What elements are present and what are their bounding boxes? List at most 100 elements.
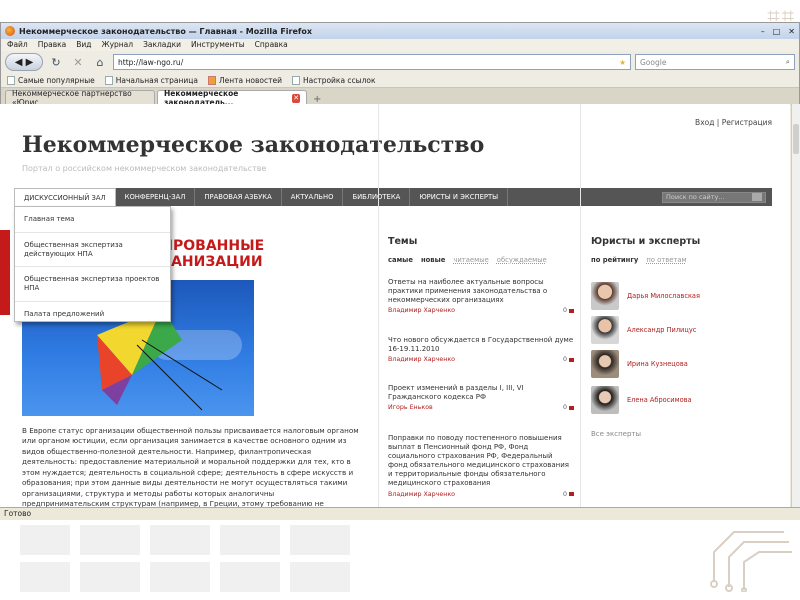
topic-item[interactable]: Проект изменений в разделы I, III, VI Гр…	[388, 384, 574, 411]
topic-author[interactable]: Владимир Харченко	[388, 356, 455, 363]
dropdown-item[interactable]: Палата предложений	[15, 302, 170, 327]
dropdown-item[interactable]: Общественная экспертиза действующих НПА	[15, 233, 170, 268]
topic-item[interactable]: Поправки по поводу постепенного повышени…	[388, 434, 574, 498]
comment-icon	[569, 492, 574, 497]
all-experts-link[interactable]: Все эксперты	[591, 430, 641, 438]
status-text: Готово	[4, 509, 32, 518]
bookmark-label: Настройка ссылок	[302, 75, 376, 85]
search-icon[interactable]: ⌕	[786, 57, 790, 67]
expert-item[interactable]: Дарья Милославская	[591, 282, 700, 310]
expert-filters: по рейтингу по ответам	[591, 256, 687, 264]
bookmark-item[interactable]: Начальная страница	[104, 75, 198, 85]
topic-filters: самые новые читаемые обсуждаемые	[388, 256, 547, 264]
comment-count-value: 0	[562, 404, 567, 412]
topic-title[interactable]: Ответы на наиболее актуальные вопросы пр…	[388, 278, 574, 305]
scrollbar-thumb[interactable]	[793, 124, 799, 154]
expert-name[interactable]: Ирина Кузнецова	[627, 360, 688, 368]
filter-rating[interactable]: по рейтингу	[591, 256, 638, 264]
expert-item[interactable]: Елена Абросимова	[591, 386, 692, 414]
nav-discussion[interactable]: ДИСКУССИОННЫЙ ЗАЛ	[14, 188, 116, 206]
nav-actual[interactable]: АКТУАЛЬНО	[282, 188, 344, 206]
navigation-toolbar: ◀ ▶ ↻ ✕ ⌂ http://law-ngo.ru/ ★ Google ⌕	[1, 51, 799, 73]
topic-author[interactable]: Владимир Харченко	[388, 491, 455, 498]
comment-count-value: 0	[562, 307, 567, 315]
back-forward-button[interactable]: ◀ ▶	[5, 53, 43, 71]
nav-conference[interactable]: КОНФЕРЕНЦ-ЗАЛ	[116, 188, 196, 206]
topics-heading: Темы	[388, 236, 418, 247]
tab-1[interactable]: Некоммерческое партнерство «Юрис...	[5, 89, 155, 107]
filter-answers[interactable]: по ответам	[646, 256, 686, 264]
menu-help[interactable]: Справка	[255, 40, 288, 50]
topic-item[interactable]: Ответы на наиболее актуальные вопросы пр…	[388, 278, 574, 314]
filter-new[interactable]: новые	[421, 256, 445, 264]
nav-legal-abc[interactable]: ПРАВОВАЯ АЗБУКА	[195, 188, 282, 206]
expert-avatar[interactable]	[591, 282, 619, 310]
expert-name[interactable]: Елена Абросимова	[627, 396, 692, 404]
url-text: http://law-ngo.ru/	[118, 57, 184, 67]
expert-name[interactable]: Александр Пилицус	[627, 326, 696, 334]
menu-bar: Файл Правка Вид Журнал Закладки Инструме…	[1, 39, 799, 51]
topic-title[interactable]: Поправки по поводу постепенного повышени…	[388, 434, 574, 489]
window-title: Некоммерческое законодательство — Главна…	[19, 26, 313, 36]
comment-count: 0	[563, 491, 574, 498]
filter-discussed[interactable]: обсуждаемые	[497, 256, 547, 264]
comment-icon	[569, 405, 574, 410]
comment-count: 0	[563, 404, 574, 411]
expert-item[interactable]: Ирина Кузнецова	[591, 350, 688, 378]
address-bar[interactable]: http://law-ngo.ru/ ★	[113, 54, 631, 70]
reload-icon[interactable]: ↻	[47, 54, 65, 70]
topics-column: Темы самые новые читаемые обсуждаемые От…	[378, 104, 578, 507]
topic-title[interactable]: Что нового обсуждается в Государственной…	[388, 336, 574, 354]
filter-most[interactable]: самые	[388, 256, 413, 264]
bookmark-item[interactable]: Настройка ссылок	[291, 75, 376, 85]
topic-author[interactable]: Владимир Харченко	[388, 307, 455, 314]
status-bar: Готово	[0, 507, 800, 520]
maximize-button[interactable]: □	[773, 27, 781, 36]
discussion-dropdown: Главная тема Общественная экспертиза дей…	[14, 206, 171, 322]
vertical-scrollbar[interactable]	[791, 104, 800, 507]
stop-icon[interactable]: ✕	[69, 54, 87, 70]
feed-icon	[207, 75, 216, 85]
topic-item[interactable]: Что нового обсуждается в Государственной…	[388, 336, 574, 363]
firefox-icon	[5, 26, 15, 36]
bookmarks-toolbar: Самые популярные Начальная страница Лент…	[1, 73, 799, 88]
dropdown-item[interactable]: Общественная экспертиза проектов НПА	[15, 267, 170, 302]
bookmark-icon	[291, 75, 300, 85]
expert-avatar[interactable]	[591, 350, 619, 378]
expert-item[interactable]: Александр Пилицус	[591, 316, 696, 344]
menu-edit[interactable]: Правка	[38, 40, 67, 50]
tab-2[interactable]: Некоммерческое законодатель... ✕	[157, 89, 307, 107]
expert-avatar[interactable]	[591, 386, 619, 414]
experts-heading: Юристы и эксперты	[591, 236, 701, 247]
menu-history[interactable]: Журнал	[102, 40, 134, 50]
menu-bookmarks[interactable]: Закладки	[143, 40, 181, 50]
comment-icon	[569, 357, 574, 362]
topic-author[interactable]: Игорь Еньков	[388, 404, 433, 411]
close-tab-icon[interactable]: ✕	[292, 93, 300, 103]
search-box[interactable]: Google ⌕	[635, 54, 795, 70]
bookmark-item[interactable]: Лента новостей	[207, 75, 282, 85]
menu-view[interactable]: Вид	[76, 40, 91, 50]
expert-avatar[interactable]	[591, 316, 619, 344]
tab-bar: Некоммерческое партнерство «Юрис... Неко…	[1, 88, 799, 107]
bookmark-star-icon[interactable]: ★	[619, 58, 626, 67]
page-content: Вход | Регистрация Некоммерческое законо…	[0, 104, 790, 507]
filter-read[interactable]: читаемые	[453, 256, 488, 264]
bookmark-icon	[7, 75, 15, 85]
bookmark-icon	[104, 75, 113, 85]
close-button[interactable]: ✕	[788, 27, 795, 36]
experts-column: Юристы и эксперты по рейтингу по ответам…	[580, 104, 770, 507]
bookmark-label: Лента новостей	[218, 75, 282, 85]
home-icon[interactable]: ⌂	[91, 54, 109, 70]
menu-file[interactable]: Файл	[7, 40, 28, 50]
minimize-button[interactable]: –	[761, 27, 765, 36]
bookmark-item[interactable]: Самые популярные	[7, 75, 95, 85]
article-text: В Европе статус организации общественной…	[22, 426, 359, 507]
menu-tools[interactable]: Инструменты	[191, 40, 245, 50]
topic-title[interactable]: Проект изменений в разделы I, III, VI Гр…	[388, 384, 574, 402]
comment-count-value: 0	[562, 490, 567, 498]
decorative-circuit-bottom	[710, 531, 792, 592]
expert-name[interactable]: Дарья Милославская	[627, 292, 700, 300]
comment-count-value: 0	[562, 356, 567, 364]
dropdown-item[interactable]: Главная тема	[15, 207, 170, 233]
